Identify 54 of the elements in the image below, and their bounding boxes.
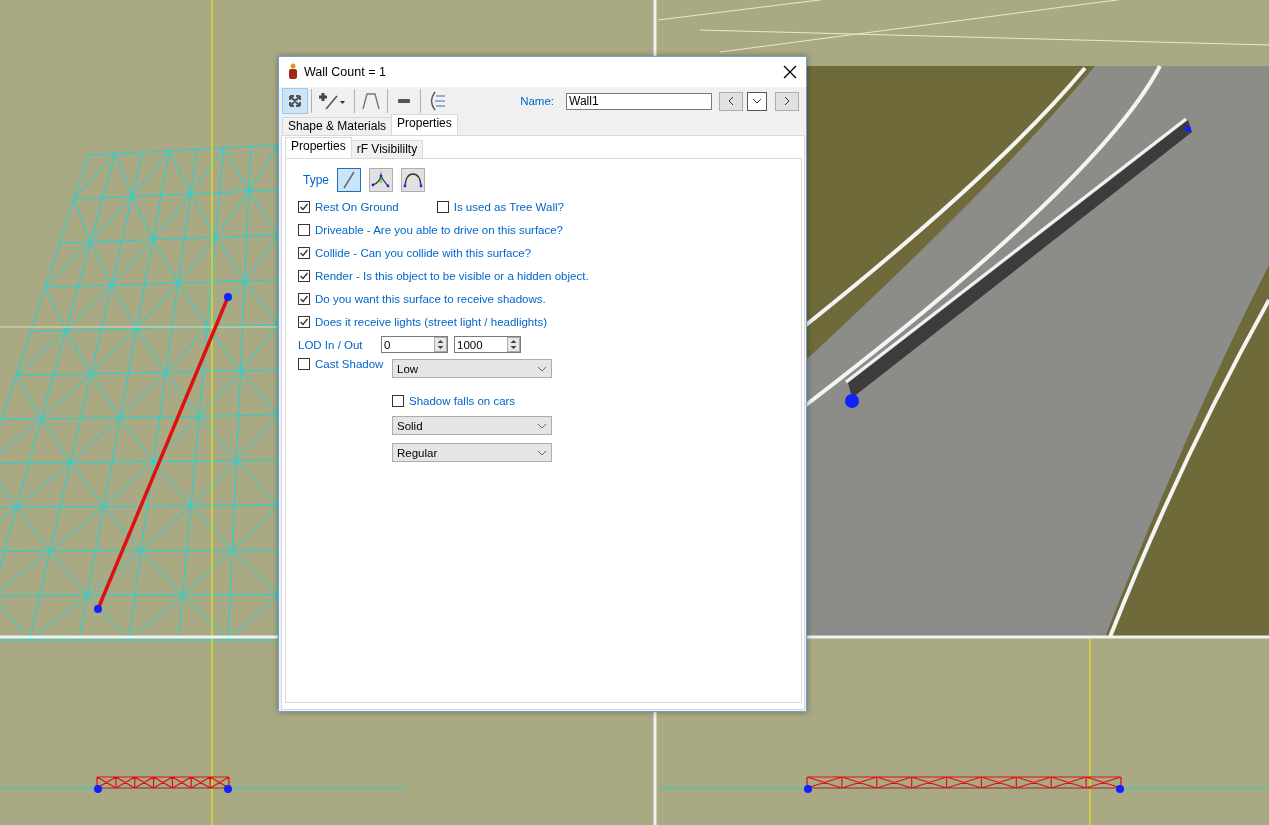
checkbox-label[interactable]: Driveable - Are you able to drive on this surface? xyxy=(315,223,564,236)
checkbox-label[interactable]: Cast Shadow xyxy=(315,358,384,370)
chevron-right-icon xyxy=(782,96,792,106)
type-button[interactable] xyxy=(369,168,393,192)
name-label: Name: xyxy=(520,95,554,107)
arc-icon xyxy=(403,172,423,188)
close-icon[interactable] xyxy=(782,64,798,80)
checkbox-label[interactable]: Render - Is this object to be visible or a hidden object. xyxy=(315,269,589,282)
checkbox-label[interactable]: Do you want this surface to receive shadows. xyxy=(315,292,546,305)
flat-bar-icon xyxy=(397,98,411,104)
chevron-down-icon xyxy=(752,96,762,106)
spline-icon xyxy=(371,171,391,189)
tab[interactable]: Properties xyxy=(391,114,458,135)
type-button[interactable] xyxy=(401,168,425,192)
type-button[interactable] xyxy=(337,168,361,192)
spinner-icon xyxy=(434,337,447,352)
dropdown[interactable]: Low xyxy=(392,359,552,378)
checkbox-label[interactable]: Collide - Can you collide with this surface? xyxy=(315,246,532,259)
checkbox[interactable] xyxy=(298,200,310,213)
chevron-down-icon xyxy=(537,365,547,372)
number-field[interactable]: 0 xyxy=(381,336,448,353)
lod-label: LOD In / Out xyxy=(298,338,364,351)
checkbox[interactable] xyxy=(298,315,310,328)
spinner-icon xyxy=(507,337,520,352)
profile-icon xyxy=(361,91,381,111)
move-icon xyxy=(287,93,303,109)
chevron-down-icon xyxy=(537,449,547,456)
checkbox[interactable] xyxy=(298,269,310,282)
tool-button[interactable] xyxy=(282,88,308,114)
tab[interactable]: Properties xyxy=(285,137,352,158)
figure-icon xyxy=(288,63,298,81)
checkbox[interactable] xyxy=(298,358,310,370)
checkbox-label[interactable]: Is used as Tree Wall? xyxy=(453,200,564,213)
dropdown[interactable]: Solid xyxy=(392,416,552,435)
checkbox[interactable] xyxy=(298,292,310,305)
name-field[interactable]: Wall1 xyxy=(566,92,712,110)
dropdown[interactable]: Regular xyxy=(392,443,552,462)
number-field[interactable]: 1000 xyxy=(454,336,521,353)
chevron-left-icon xyxy=(726,96,736,106)
tab[interactable]: rF Visibililty xyxy=(350,140,424,158)
window-title: Wall Count = 1 xyxy=(304,65,387,79)
chevron-down-icon xyxy=(537,422,547,429)
checkbox[interactable] xyxy=(298,246,310,259)
straight-line-icon xyxy=(341,171,357,189)
checkbox-label[interactable]: Rest On Ground xyxy=(315,200,399,213)
checkbox[interactable] xyxy=(436,200,449,213)
type-label: Type xyxy=(303,173,329,187)
checkbox[interactable] xyxy=(298,223,310,236)
tab[interactable]: Shape & Materials xyxy=(282,117,393,135)
checkbox[interactable] xyxy=(392,395,404,407)
checkbox-label[interactable]: Shadow falls on cars xyxy=(409,395,516,407)
dropdown-button[interactable] xyxy=(747,91,767,111)
add-line-icon xyxy=(318,91,348,111)
checkbox-label[interactable]: Does it receive lights (street light / headlights) xyxy=(315,315,548,328)
